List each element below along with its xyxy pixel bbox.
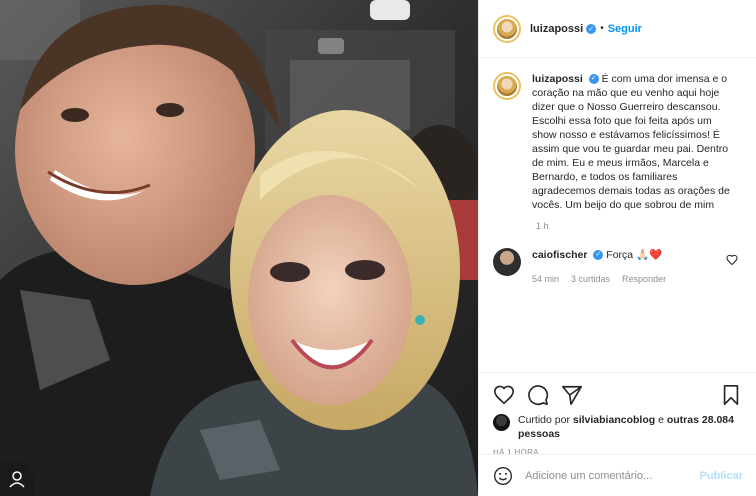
photo-image	[0, 0, 478, 496]
separator-dot: •	[600, 23, 604, 34]
post-header: luizapossi ✓ • Seguir	[479, 0, 756, 58]
heart-icon[interactable]	[493, 384, 515, 406]
verified-badge-icon: ✓	[588, 74, 599, 85]
emoji-icon[interactable]	[493, 466, 513, 486]
verified-badge-icon: ✓	[586, 23, 597, 34]
comment-time: 54 min	[532, 274, 560, 284]
author-username[interactable]: luizapossi	[530, 23, 583, 35]
likes-prefix: Curtido por	[518, 414, 570, 426]
comment-icon[interactable]	[527, 384, 549, 406]
likes-summary: Curtido por silviabiancoblog e outras 28…	[493, 413, 742, 441]
caption-avatar[interactable]	[493, 72, 521, 100]
caption-time: 1 h	[536, 221, 549, 231]
comment-likes[interactable]: 3 curtidas	[571, 272, 610, 286]
comment-username[interactable]: caiofischer	[532, 249, 587, 261]
caption-body: É com uma dor imensa e o coração na mão …	[532, 73, 730, 211]
comments-section: luizapossi ✓ É com uma dor imensa e o co…	[479, 58, 756, 372]
liker-username[interactable]: silviabiancoblog	[573, 414, 655, 426]
post-side-panel: luizapossi ✓ • Seguir luizapossi ✓ É com…	[478, 0, 756, 496]
user-icon	[9, 471, 25, 488]
publish-button[interactable]: Publicar	[700, 470, 743, 482]
liker-avatar[interactable]	[493, 414, 510, 431]
comment-meta: 54 min 3 curtidas Responder	[532, 272, 666, 286]
add-comment-bar: Publicar	[479, 454, 756, 496]
action-icons	[493, 381, 742, 409]
follow-button[interactable]: Seguir	[608, 23, 642, 35]
comment-heart-icon[interactable]	[726, 254, 738, 266]
bookmark-icon[interactable]	[720, 384, 742, 406]
comment-reply-button[interactable]: Responder	[622, 272, 666, 286]
comment-body: caiofischer ✓ Força 🙏🏻❤️ 54 min 3 curtid…	[532, 248, 666, 286]
instagram-post: luizapossi ✓ • Seguir luizapossi ✓ É com…	[0, 0, 756, 496]
comment-avatar[interactable]	[493, 248, 521, 276]
author-avatar[interactable]	[493, 14, 521, 43]
comment-item: caiofischer ✓ Força 🙏🏻❤️ 54 min 3 curtid…	[493, 248, 742, 286]
likes-text: Curtido por silviabiancoblog e outras 28…	[518, 413, 742, 441]
caption-username[interactable]: luizapossi	[532, 73, 583, 85]
share-icon[interactable]	[561, 384, 583, 406]
caption: luizapossi ✓ É com uma dor imensa e o co…	[493, 72, 742, 212]
caption-text: luizapossi ✓ É com uma dor imensa e o co…	[532, 72, 737, 212]
comment-text: Força 🙏🏻❤️	[606, 249, 663, 261]
likes-conj: e	[658, 414, 664, 426]
post-photo[interactable]	[0, 0, 478, 496]
comment-input[interactable]	[525, 469, 695, 482]
photo-corner-avatar	[0, 462, 34, 496]
verified-badge-icon: ✓	[593, 250, 604, 261]
